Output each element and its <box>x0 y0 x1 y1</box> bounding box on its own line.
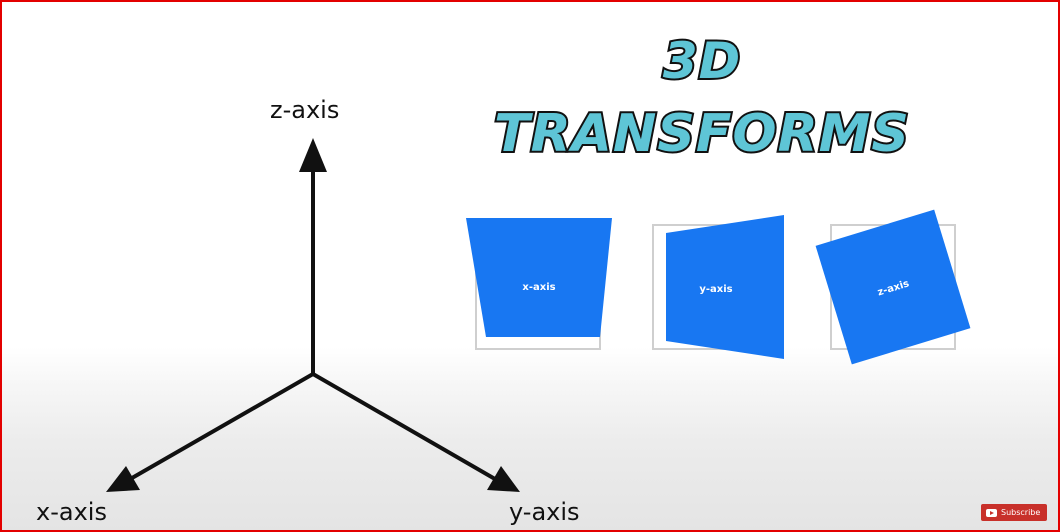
y-axis-line <box>311 372 497 481</box>
x-axis-arrowhead <box>106 466 140 492</box>
y-axis-demo-card: y-axis <box>666 215 784 359</box>
z-axis-arrowhead <box>299 138 327 172</box>
subscribe-label: Subscribe <box>1001 507 1041 517</box>
z-axis-label: z-axis <box>270 96 340 124</box>
title-line-3d: 3D <box>661 32 742 90</box>
x-axis-demo-card: x-axis <box>466 218 612 337</box>
x-axis-demo-label: x-axis <box>522 282 555 293</box>
x-axis-demo-shape <box>466 218 612 337</box>
z-axis-demo-card: z-axis <box>815 209 971 365</box>
x-axis-line <box>130 372 315 480</box>
x-axis-label: x-axis <box>36 498 107 526</box>
subscribe-button[interactable]: Subscribe <box>981 504 1047 521</box>
y-axis-demo-label: y-axis <box>699 284 732 295</box>
y-axis-label: y-axis <box>509 498 580 526</box>
video-frame: z-axis x-axis y-axis 3D TRANSFORMS x-axi… <box>0 0 1060 532</box>
youtube-play-icon <box>986 508 997 517</box>
title-line-transforms: TRANSFORMS <box>492 104 911 164</box>
